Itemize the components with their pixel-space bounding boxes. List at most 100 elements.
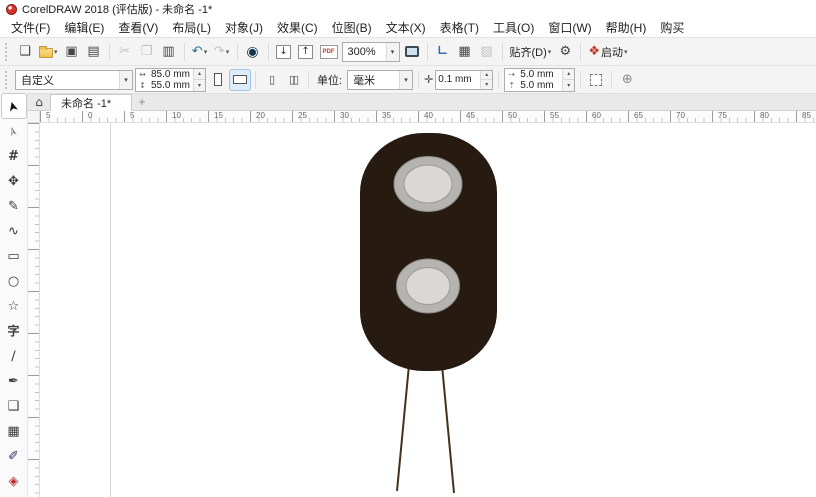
freehand-tool[interactable]: ✎ [2,194,26,218]
component-drawing[interactable] [40,123,816,497]
page-height-icon: ↕ [136,81,149,90]
menu-effects[interactable]: 效果(C) [270,18,325,37]
dimension-tool[interactable]: ∕ [2,344,26,368]
duplicate-y-field[interactable]: 5.0 mm [518,80,562,91]
page-size-stepper-up[interactable]: ▴ [194,69,205,80]
menu-text[interactable]: 文本(X) [379,18,433,37]
ellipse-tool[interactable]: ○ [2,269,26,293]
units-combo[interactable]: 毫米 ▾ [347,70,413,90]
launch-icon: ❖ [588,45,600,58]
nudge-stepper-down[interactable]: ▾ [481,79,492,89]
top-ring-inner[interactable] [404,165,452,203]
nudge-stepper-up[interactable]: ▴ [481,71,492,80]
add-docker-button[interactable]: ⊕ [617,70,637,90]
rulers-icon: ∟ [437,45,448,58]
text-tool[interactable]: 字 [2,319,26,343]
bottom-ring-inner[interactable] [406,268,450,305]
transparency-tool[interactable]: ▦ [2,419,26,443]
grid-icon: ▦ [458,45,470,58]
current-page-button[interactable]: ▯ [261,70,281,90]
menu-table[interactable]: 表格(T) [433,18,486,37]
duplicate-y-icon: ⇡ [505,81,518,90]
polygon-tool[interactable]: ☆ [2,294,26,318]
smart-fill-tool[interactable]: ◈ [2,469,26,493]
nudge-distance-field[interactable]: 0.1 mm [436,74,480,85]
launch-button[interactable]: ❖启动▾ [586,42,629,62]
undo-button[interactable]: ↶▾ [190,42,210,62]
search-content-button[interactable]: ◉ [243,42,263,62]
transparency-tool-icon: ▦ [7,425,19,438]
show-guidelines-button[interactable]: ▨ [477,42,497,62]
print-button[interactable]: ▤ [84,42,104,62]
toolbar-grip[interactable] [5,71,10,89]
open-button[interactable]: ▾ [37,42,60,62]
page-width-field[interactable]: 85.0 mm [149,69,193,80]
duplicate-stepper-up[interactable]: ▴ [563,69,574,80]
paste-button[interactable]: ▥ [159,42,179,62]
menu-window[interactable]: 窗口(W) [541,18,598,37]
import-button[interactable]: ↓ [274,42,294,62]
app-window: CorelDRAW 2018 (评估版) - 未命名 -1* 文件(F) 编辑(… [0,0,816,497]
drawing-canvas[interactable] [40,123,816,497]
chevron-down-icon[interactable]: ▾ [399,71,412,89]
publish-pdf-button[interactable]: PDF [318,42,340,62]
crop-tool-icon: # [8,150,19,163]
home-button[interactable]: ⌂ [28,94,50,110]
left-lead-line[interactable] [397,365,409,491]
separator [109,43,110,61]
separator [580,71,581,89]
chevron-down-icon: ▾ [624,48,628,56]
options-button[interactable]: ⚙ [555,42,575,62]
canvas-row [28,123,816,497]
menu-file[interactable]: 文件(F) [4,18,57,37]
page-preset-combo[interactable]: 自定义 ▾ [15,70,133,90]
shape-tool[interactable]: ➢ [2,119,26,143]
copy-button[interactable]: ❐ [137,42,157,62]
vertical-ruler[interactable] [28,123,40,497]
landscape-button[interactable] [230,70,250,90]
pen-tool[interactable]: ✒ [2,369,26,393]
horizontal-ruler[interactable]: 50510152025303540455055606570758085 [40,111,816,123]
new-document-button[interactable]: ❏ [15,42,35,62]
show-grid-button[interactable]: ▦ [455,42,475,62]
menu-buy[interactable]: 购买 [653,18,691,37]
menu-view[interactable]: 查看(V) [111,18,165,37]
ruler-origin-box[interactable] [28,111,40,123]
menu-edit[interactable]: 编辑(E) [57,18,111,37]
menu-layout[interactable]: 布局(L) [165,18,218,37]
zoom-level-combo[interactable]: 300% ▾ [342,42,400,62]
drop-shadow-tool[interactable]: ❑ [2,394,26,418]
export-icon: ↑ [298,45,313,59]
page-height-field[interactable]: 55.0 mm [149,80,193,91]
pan-tool[interactable]: ✥ [2,169,26,193]
show-rulers-button[interactable]: ∟ [433,42,453,62]
eyedropper-tool[interactable]: ✐ [2,444,26,468]
menu-help[interactable]: 帮助(H) [599,18,654,37]
undo-icon: ↶ [192,45,203,58]
document-tab[interactable]: 未命名 -1* [50,94,132,111]
menu-bitmaps[interactable]: 位图(B) [325,18,379,37]
crop-tool[interactable]: # [2,144,26,168]
snap-to-button[interactable]: 贴齐(D)▾ [508,42,554,62]
menu-tools[interactable]: 工具(O) [486,18,541,37]
save-button[interactable]: ▣ [62,42,82,62]
pick-tool[interactable]: ➤ [2,94,26,118]
all-pages-button[interactable]: ▯▯ [283,70,303,90]
rectangle-tool[interactable]: ▭ [2,244,26,268]
new-tab-button[interactable]: + [132,94,152,110]
right-lead-line[interactable] [442,365,454,493]
portrait-button[interactable] [208,70,228,90]
duplicate-x-field[interactable]: 5.0 mm [518,69,562,80]
chevron-down-icon[interactable]: ▾ [119,71,132,89]
export-button[interactable]: ↑ [296,42,316,62]
artistic-media-tool[interactable]: ∿ [2,219,26,243]
chevron-down-icon[interactable]: ▾ [386,43,399,61]
menu-object[interactable]: 对象(J) [218,18,270,37]
redo-button[interactable]: ↷▾ [212,42,232,62]
toolbar-grip[interactable] [5,43,10,61]
page-border-button[interactable] [586,70,606,90]
fullscreen-preview-button[interactable] [402,42,422,62]
duplicate-stepper-down[interactable]: ▾ [563,79,574,91]
page-size-stepper-down[interactable]: ▾ [194,79,205,91]
cut-button[interactable]: ✂ [115,42,135,62]
